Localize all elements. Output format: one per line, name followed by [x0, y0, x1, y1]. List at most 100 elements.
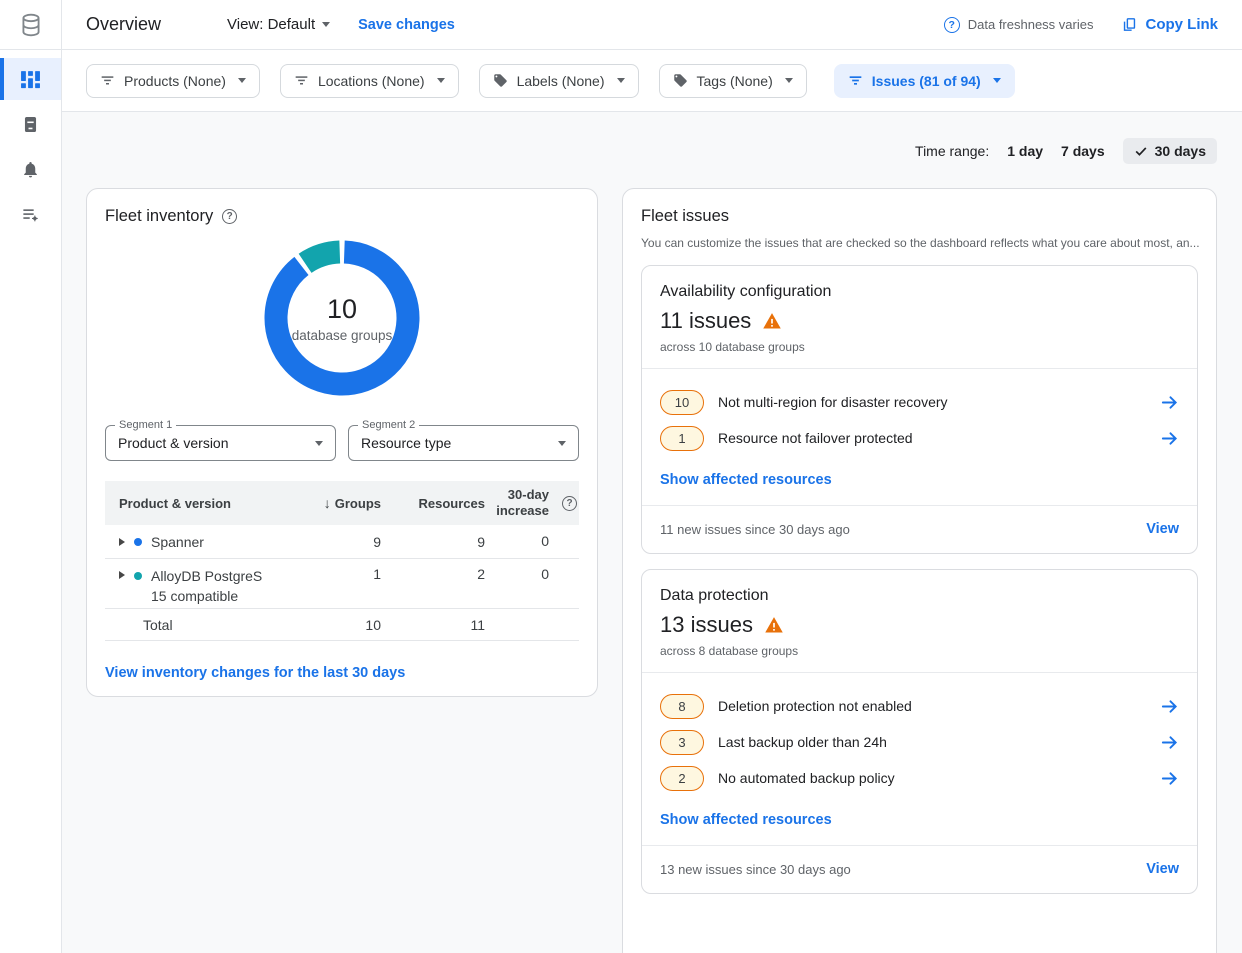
chevron-down-icon	[322, 22, 330, 27]
issue-category-data-protection: Data protection 13 issues across 8 datab…	[641, 569, 1198, 894]
sidebar	[0, 0, 62, 953]
chevron-down-icon	[315, 441, 323, 446]
issue-count-badge: 2	[660, 766, 704, 791]
fleet-issues-title: Fleet issues	[641, 207, 729, 226]
database-icon	[18, 12, 44, 38]
filter-chip-locations[interactable]: Locations (None)	[280, 64, 459, 98]
save-changes-button[interactable]: Save changes	[358, 17, 455, 33]
chevron-down-icon	[785, 78, 793, 83]
warning-icon	[764, 615, 784, 635]
filter-chip-labels[interactable]: Labels (None)	[479, 64, 639, 98]
help-icon[interactable]	[562, 496, 577, 511]
show-affected-resources-link[interactable]: Show affected resources	[660, 472, 832, 488]
chevron-down-icon	[238, 78, 246, 83]
time-range-selector: Time range: 1 day 7 days 30 days	[915, 138, 1217, 164]
issue-row[interactable]: 1 Resource not failover protected	[660, 420, 1179, 456]
issue-count: 13 issues	[660, 612, 753, 638]
fleet-inventory-title: Fleet inventory	[105, 207, 213, 226]
sidebar-item-catalog[interactable]	[0, 103, 61, 145]
app-logo[interactable]	[0, 0, 61, 50]
filter-chip-products[interactable]: Products (None)	[86, 64, 260, 98]
filter-bar: Products (None) Locations (None) Labels …	[62, 50, 1242, 112]
chevron-down-icon	[437, 78, 445, 83]
alloydb-dot	[134, 572, 142, 580]
filter-icon	[294, 73, 309, 88]
segment-2-select[interactable]: Segment 2 Resource type	[348, 425, 579, 461]
new-issues-text: 13 new issues since 30 days ago	[660, 862, 851, 877]
arrow-right-icon[interactable]	[1160, 697, 1179, 716]
view-button[interactable]: View	[1146, 521, 1179, 537]
settings-list-icon	[21, 205, 40, 224]
table-row-spanner[interactable]: Spanner 9 9 0	[105, 525, 579, 559]
view-button[interactable]: View	[1146, 861, 1179, 877]
database-groups-donut-chart[interactable]: 10 database groups	[262, 238, 422, 398]
time-range-label: Time range:	[915, 143, 989, 159]
issue-count: 11 issues	[660, 308, 751, 334]
sidebar-item-overview[interactable]	[0, 58, 61, 100]
fleet-inventory-card: Fleet inventory 10 database groups Segme…	[86, 188, 598, 697]
issue-scope: across 8 database groups	[660, 644, 1179, 658]
new-issues-text: 11 new issues since 30 days ago	[660, 522, 850, 537]
donut-center-label: database groups	[292, 328, 393, 343]
sidebar-nav	[0, 50, 61, 235]
issue-scope: across 10 database groups	[660, 340, 1179, 354]
table-row-alloydb[interactable]: AlloyDB PostgreS 15 compatible 1 2 0	[105, 559, 579, 609]
show-affected-resources-link[interactable]: Show affected resources	[660, 812, 832, 828]
donut-center-value: 10	[327, 294, 357, 325]
spanner-dot	[134, 538, 142, 546]
chevron-down-icon	[617, 78, 625, 83]
inventory-table: Product & version ↓Groups Resources 30-d…	[105, 481, 579, 641]
dashboard-icon	[20, 69, 41, 90]
expand-row-icon[interactable]	[119, 571, 125, 579]
view-selector[interactable]: View: Default	[227, 16, 330, 33]
chevron-down-icon	[558, 441, 566, 446]
fleet-issues-subtitle: You can customize the issues that are ch…	[641, 236, 1200, 250]
sort-column-groups[interactable]: ↓Groups	[303, 495, 381, 511]
top-header: Overview View: Default Save changes Data…	[62, 0, 1242, 50]
filter-icon	[100, 73, 115, 88]
table-row-total: Total 10 11	[105, 609, 579, 641]
sidebar-item-notifications[interactable]	[0, 148, 61, 190]
view-inventory-changes-link[interactable]: View inventory changes for the last 30 d…	[105, 665, 405, 681]
issue-count-badge: 3	[660, 730, 704, 755]
issue-count-badge: 10	[660, 390, 704, 415]
time-range-1-day[interactable]: 1 day	[1007, 143, 1043, 159]
time-range-7-days[interactable]: 7 days	[1061, 143, 1105, 159]
issue-row[interactable]: 8 Deletion protection not enabled	[660, 688, 1179, 724]
issue-count-badge: 8	[660, 694, 704, 719]
arrow-right-icon[interactable]	[1160, 429, 1179, 448]
issue-row[interactable]: 3 Last backup older than 24h	[660, 724, 1179, 760]
arrow-right-icon[interactable]	[1160, 769, 1179, 788]
issue-category-availability: Availability configuration 11 issues acr…	[641, 265, 1198, 554]
sidebar-item-settings-log[interactable]	[0, 193, 61, 235]
tag-icon	[493, 73, 508, 88]
help-icon[interactable]	[944, 17, 960, 33]
time-range-30-days[interactable]: 30 days	[1123, 138, 1217, 164]
header-right: Data freshness varies Copy Link	[944, 16, 1218, 33]
view-selector-label: View: Default	[227, 16, 315, 33]
segment-1-select[interactable]: Segment 1 Product & version	[105, 425, 336, 461]
arrow-right-icon[interactable]	[1160, 733, 1179, 752]
fleet-issues-card: Fleet issues You can customize the issue…	[622, 188, 1217, 953]
data-freshness-label: Data freshness varies	[968, 17, 1094, 32]
copy-icon	[1121, 16, 1138, 33]
warning-icon	[762, 311, 782, 331]
expand-row-icon[interactable]	[119, 538, 125, 546]
catalog-icon	[21, 115, 40, 134]
issue-row[interactable]: 10 Not multi-region for disaster recover…	[660, 384, 1179, 420]
inventory-table-header: Product & version ↓Groups Resources 30-d…	[105, 481, 579, 525]
arrow-right-icon[interactable]	[1160, 393, 1179, 412]
notifications-icon	[21, 160, 40, 179]
filter-chip-tags[interactable]: Tags (None)	[659, 64, 807, 98]
main-content: Time range: 1 day 7 days 30 days Fleet i…	[62, 112, 1242, 953]
tag-icon	[673, 73, 688, 88]
page-title: Overview	[86, 14, 161, 35]
filter-icon	[848, 73, 863, 88]
filter-chip-issues[interactable]: Issues (81 of 94)	[834, 64, 1015, 98]
copy-link-button[interactable]: Copy Link	[1121, 16, 1218, 33]
help-icon[interactable]	[222, 209, 237, 224]
chevron-down-icon	[993, 78, 1001, 83]
check-icon	[1134, 144, 1148, 158]
issue-row[interactable]: 2 No automated backup policy	[660, 760, 1179, 796]
sort-down-icon: ↓	[324, 495, 331, 511]
